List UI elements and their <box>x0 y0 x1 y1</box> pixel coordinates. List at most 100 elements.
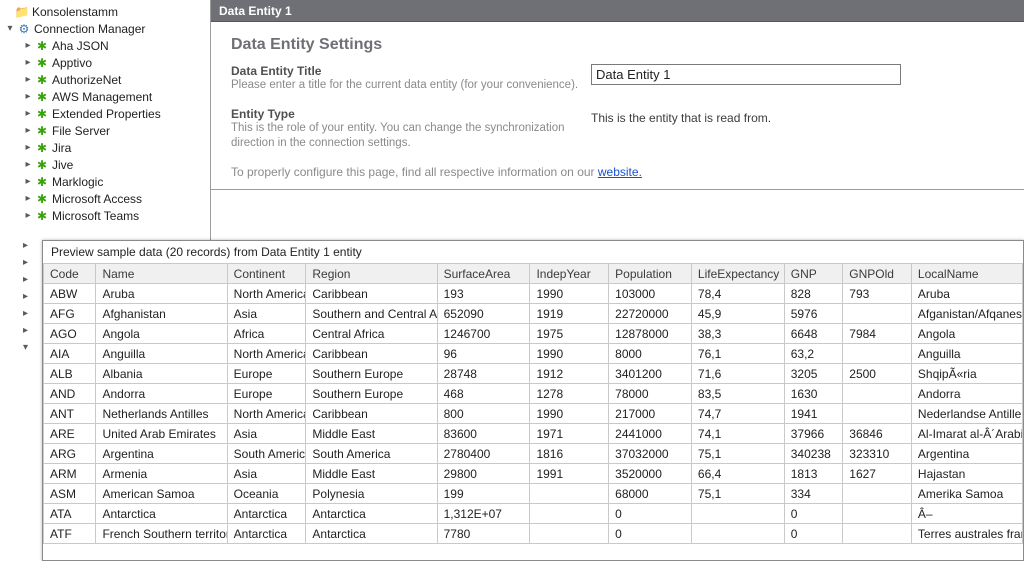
table-cell: 45,9 <box>691 304 784 324</box>
table-cell: ATF <box>44 524 96 544</box>
table-header[interactable]: Continent <box>227 264 306 284</box>
tree-item[interactable]: ▸✱File Server <box>0 122 210 139</box>
chevron-right-icon[interactable]: ▸ <box>22 40 34 51</box>
chevron-right-icon[interactable]: ▸ <box>23 325 37 342</box>
table-cell: Southern and Central Asia <box>306 304 437 324</box>
table-cell: Antarctica <box>306 504 437 524</box>
table-header[interactable]: LifeExpectancy <box>691 264 784 284</box>
entity-type-role: This is the entity that is read from. <box>591 107 1004 125</box>
table-row[interactable]: AIAAnguillaNorth AmericaCaribbean9619908… <box>44 344 1023 364</box>
tree-item[interactable]: ▸✱Apptivo <box>0 54 210 71</box>
tree-item[interactable]: ▸✱Marklogic <box>0 173 210 190</box>
table-cell: ATA <box>44 504 96 524</box>
table-header[interactable]: SurfaceArea <box>437 264 530 284</box>
table-cell <box>691 524 784 544</box>
table-cell: 1990 <box>530 404 609 424</box>
table-header[interactable]: Name <box>96 264 227 284</box>
table-row[interactable]: ARGArgentinaSouth AmericaSouth America27… <box>44 444 1023 464</box>
entity-title-input[interactable] <box>591 64 901 85</box>
tree-item[interactable]: ▸✱AWS Management <box>0 88 210 105</box>
chevron-right-icon[interactable]: ▸ <box>22 125 34 136</box>
table-row[interactable]: AGOAngolaAfricaCentral Africa12467001975… <box>44 324 1023 344</box>
table-cell: 828 <box>784 284 843 304</box>
table-cell: 37966 <box>784 424 843 444</box>
table-cell: 1912 <box>530 364 609 384</box>
table-cell <box>843 524 912 544</box>
table-cell: 28748 <box>437 364 530 384</box>
chevron-right-icon[interactable]: ▸ <box>23 274 37 291</box>
panel-header-title: Data Entity 1 <box>219 4 292 18</box>
chevron-right-icon[interactable]: ▸ <box>22 57 34 68</box>
table-cell <box>530 524 609 544</box>
chevron-right-icon[interactable]: ▸ <box>23 240 37 257</box>
table-cell: Albania <box>96 364 227 384</box>
tree-item-label: Jira <box>52 141 71 155</box>
tree-item[interactable]: ▸✱Microsoft Teams <box>0 207 210 224</box>
tree-item[interactable]: ▸✱Microsoft Access <box>0 190 210 207</box>
chevron-right-icon[interactable]: ▸ <box>22 159 34 170</box>
tree-item-label: Marklogic <box>52 175 103 189</box>
website-link[interactable]: website. <box>598 165 642 179</box>
table-cell: Middle East <box>306 464 437 484</box>
table-cell: Caribbean <box>306 404 437 424</box>
table-row[interactable]: ASMAmerican SamoaOceaniaPolynesia1996800… <box>44 484 1023 504</box>
tree-root[interactable]: 📁 Konsolenstamm <box>0 3 210 20</box>
table-row[interactable]: ALBAlbaniaEuropeSouthern Europe287481912… <box>44 364 1023 384</box>
chevron-right-icon[interactable]: ▸ <box>22 108 34 119</box>
table-header[interactable]: LocalName <box>911 264 1022 284</box>
tree-connection-manager[interactable]: ▾ ⚙ Connection Manager <box>0 20 210 37</box>
chevron-right-icon[interactable]: ▸ <box>22 176 34 187</box>
table-cell: 1919 <box>530 304 609 324</box>
chevron-down-icon[interactable]: ▾ <box>4 23 16 34</box>
table-header[interactable]: GNP <box>784 264 843 284</box>
table-row[interactable]: AFGAfghanistanAsiaSouthern and Central A… <box>44 304 1023 324</box>
gear-icon: ⚙ <box>16 22 32 36</box>
table-row[interactable]: ATAAntarcticaAntarcticaAntarctica1,312E+… <box>44 504 1023 524</box>
table-cell: ALB <box>44 364 96 384</box>
table-cell: 96 <box>437 344 530 364</box>
chevron-right-icon[interactable]: ▸ <box>22 210 34 221</box>
table-cell: Caribbean <box>306 344 437 364</box>
table-row[interactable]: ARMArmeniaAsiaMiddle East298001991352000… <box>44 464 1023 484</box>
table-cell: 0 <box>609 524 692 544</box>
table-cell: 68000 <box>609 484 692 504</box>
chevron-right-icon[interactable]: ▸ <box>23 291 37 308</box>
table-cell: 1941 <box>784 404 843 424</box>
table-cell: Argentina <box>911 444 1022 464</box>
table-cell: 1630 <box>784 384 843 404</box>
chevron-right-icon[interactable]: ▸ <box>22 193 34 204</box>
tree-item-label: Apptivo <box>52 56 92 70</box>
table-header[interactable]: Region <box>306 264 437 284</box>
chevron-down-icon[interactable]: ▾ <box>23 342 37 359</box>
table-cell: Aruba <box>911 284 1022 304</box>
chevron-right-icon[interactable]: ▸ <box>22 74 34 85</box>
tree-item[interactable]: ▸✱Jira <box>0 139 210 156</box>
tree-item[interactable]: ▸✱Aha JSON <box>0 37 210 54</box>
table-cell: 37032000 <box>609 444 692 464</box>
table-cell: Asia <box>227 424 306 444</box>
table-cell <box>843 384 912 404</box>
chevron-right-icon[interactable]: ▸ <box>23 257 37 274</box>
tree-item[interactable]: ▸✱Extended Properties <box>0 105 210 122</box>
plug-icon: ✱ <box>34 90 50 104</box>
table-header[interactable]: Population <box>609 264 692 284</box>
table-row[interactable]: ANDAndorraEuropeSouthern Europe468127878… <box>44 384 1023 404</box>
chevron-right-icon[interactable]: ▸ <box>23 308 37 325</box>
chevron-right-icon[interactable]: ▸ <box>22 142 34 153</box>
table-cell: 103000 <box>609 284 692 304</box>
table-row[interactable]: ABWArubaNorth AmericaCaribbean1931990103… <box>44 284 1023 304</box>
tree-item[interactable]: ▸✱Jive <box>0 156 210 173</box>
table-cell: 74,1 <box>691 424 784 444</box>
chevron-right-icon[interactable]: ▸ <box>22 91 34 102</box>
plug-icon: ✱ <box>34 209 50 223</box>
table-row[interactable]: ANTNetherlands AntillesNorth AmericaCari… <box>44 404 1023 424</box>
tree-item[interactable]: ▸✱AuthorizeNet <box>0 71 210 88</box>
table-cell: 66,4 <box>691 464 784 484</box>
table-header[interactable]: IndepYear <box>530 264 609 284</box>
table-header[interactable]: Code <box>44 264 96 284</box>
table-cell: South America <box>306 444 437 464</box>
table-row[interactable]: AREUnited Arab EmiratesAsiaMiddle East83… <box>44 424 1023 444</box>
table-header[interactable]: GNPOld <box>843 264 912 284</box>
table-cell: 800 <box>437 404 530 424</box>
table-row[interactable]: ATFFrench Southern territoriesAntarctica… <box>44 524 1023 544</box>
